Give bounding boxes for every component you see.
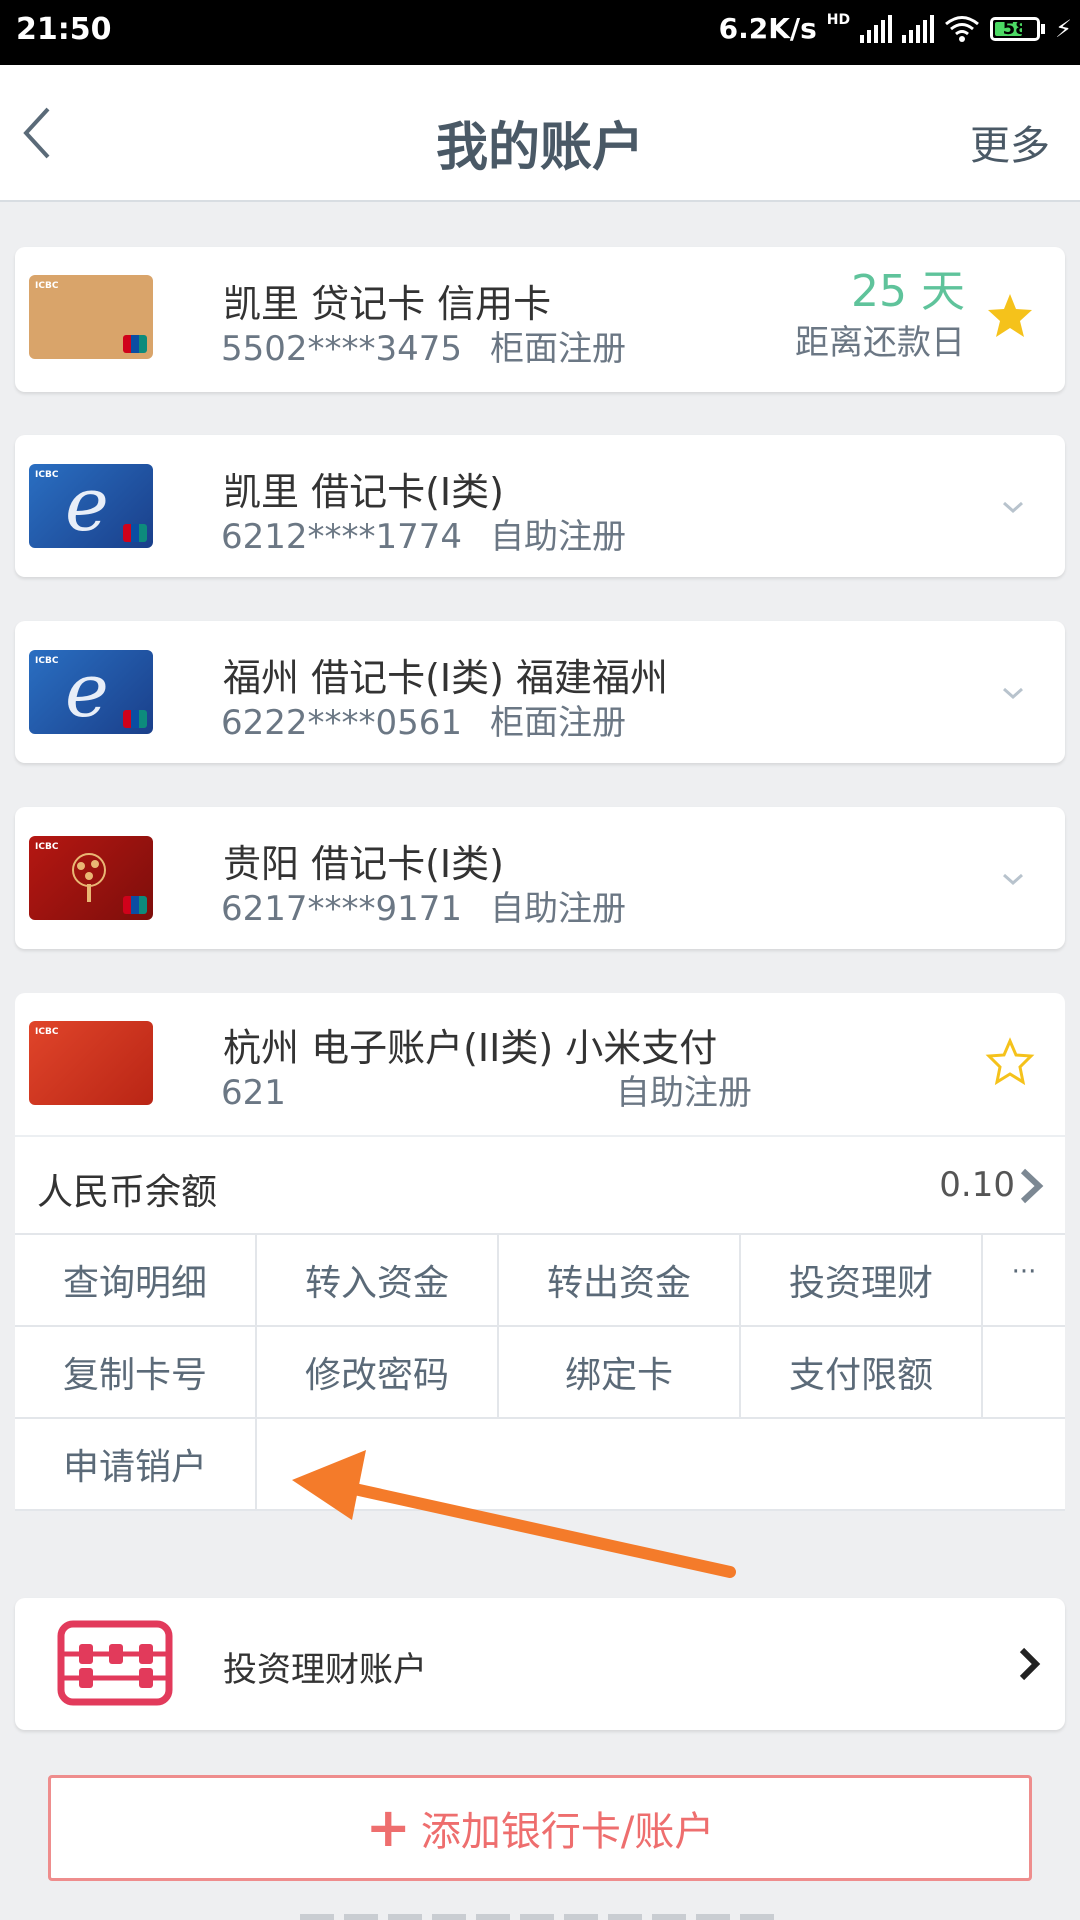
star-filled-icon[interactable]	[985, 291, 1035, 341]
signal-icon	[860, 14, 893, 43]
action-transfer-in[interactable]: 转入资金	[257, 1235, 499, 1327]
balance-label: 人民币余额	[37, 1172, 218, 1213]
chevron-down-icon[interactable]	[1001, 495, 1025, 519]
action-change-password[interactable]: 修改密码	[257, 1327, 499, 1419]
debit-card-image: ICBC e	[29, 464, 153, 548]
empty-cell	[983, 1327, 1065, 1419]
annotation-arrow-icon	[292, 1450, 736, 1578]
card-title: 杭州 电子账户(II类) 小米支付	[223, 1026, 718, 1070]
registration-type: 自助注册	[490, 517, 627, 557]
chevron-right-icon	[1019, 1647, 1041, 1681]
registration-type: 自助注册	[615, 1073, 752, 1113]
more-actions-icon[interactable]: ···	[983, 1235, 1065, 1327]
registration-type: 柜面注册	[490, 703, 627, 743]
card-number: 6222****0561	[221, 703, 463, 743]
status-bar: 21:50 6.2K/s HD 58 ⚡	[0, 0, 1080, 65]
repayment-countdown: 25 天 距离还款日	[795, 266, 965, 364]
wifi-icon	[945, 15, 980, 42]
star-outline-icon[interactable]	[985, 1037, 1035, 1087]
credit-card-image: ICBC	[29, 275, 153, 359]
card-number-line: 6222****0561 柜面注册	[221, 695, 626, 744]
action-transfer-out[interactable]: 转出资金	[499, 1235, 741, 1327]
days-value: 25 天	[851, 266, 965, 317]
hd-label: HD	[826, 12, 851, 28]
card-number-line: 5502****3475 柜面注册	[221, 321, 626, 370]
battery-icon: 58	[990, 16, 1046, 41]
days-label: 距离还款日	[795, 323, 965, 364]
chevron-down-icon[interactable]	[1001, 867, 1025, 891]
more-button[interactable]: 更多	[970, 113, 1050, 171]
balance-value: 0.10	[939, 1165, 1015, 1205]
network-speed: 6.2K/s	[718, 12, 817, 45]
chevron-down-icon[interactable]	[1001, 681, 1025, 705]
investment-account-label: 投资理财账户	[223, 1650, 427, 1690]
action-invest[interactable]: 投资理财	[741, 1235, 983, 1327]
nav-bar: 我的账户 更多	[0, 65, 1080, 202]
chevron-right-icon	[1020, 1168, 1044, 1204]
balance-row[interactable]: 人民币余额 0.10	[15, 1135, 1065, 1235]
charging-icon: ⚡	[1055, 14, 1072, 43]
registration-type: 柜面注册	[490, 329, 627, 369]
action-copy-card-number[interactable]: 复制卡号	[15, 1327, 257, 1419]
account-card-debit-fuzhou[interactable]: ICBC e 福州 借记卡(I类) 福建福州 6222****0561 柜面注册	[15, 621, 1065, 763]
card-number: 6212****1774	[221, 517, 463, 557]
plus-icon: +	[365, 1796, 411, 1859]
card-number-line: 6217****9171 自助注册	[221, 881, 626, 930]
add-bank-card-button[interactable]: + 添加银行卡/账户	[48, 1775, 1032, 1881]
signal-icon-2	[902, 14, 935, 43]
account-card-debit-kaili[interactable]: ICBC e 凯里 借记卡(I类) 6212****1774 自助注册	[15, 435, 1065, 577]
action-query-details[interactable]: 查询明细	[15, 1235, 257, 1327]
card-title: 凯里 贷记卡 信用卡	[223, 282, 552, 326]
card-number: 621	[221, 1073, 286, 1113]
footer-hint-cutoff	[300, 1905, 780, 1920]
card-number-line: 621 自助注册	[221, 1065, 752, 1114]
card-title: 凯里 借记卡(I类)	[223, 470, 504, 514]
action-payment-limit[interactable]: 支付限额	[741, 1327, 983, 1419]
card-number: 6217****9171	[221, 889, 463, 929]
investment-account-row[interactable]: 投资理财账户	[15, 1598, 1065, 1730]
battery-level: 58	[1002, 17, 1028, 39]
debit-card-image: ICBC	[29, 836, 153, 920]
card-title: 福州 借记卡(I类) 福建福州	[223, 656, 669, 700]
account-card-e-account-hangzhou[interactable]: ICBC 杭州 电子账户(II类) 小米支付 621 自助注册	[15, 993, 1065, 1135]
debit-card-image: ICBC e	[29, 650, 153, 734]
card-number: 5502****3475	[221, 329, 463, 369]
add-bank-card-label: 添加银行卡/账户	[420, 1809, 715, 1855]
action-bind-card[interactable]: 绑定卡	[499, 1327, 741, 1419]
status-indicators: 6.2K/s HD 58 ⚡	[719, 12, 1072, 45]
action-close-account[interactable]: 申请销户	[15, 1419, 257, 1511]
e-account-card-image: ICBC	[29, 1021, 153, 1105]
page-title: 我的账户	[435, 118, 644, 178]
card-number-line: 6212****1774 自助注册	[221, 509, 626, 558]
account-card-credit[interactable]: ICBC 凯里 贷记卡 信用卡 5502****3475 柜面注册 25 天 距离…	[15, 247, 1065, 392]
abacus-icon	[57, 1620, 173, 1706]
status-time: 21:50	[16, 12, 112, 47]
registration-type: 自助注册	[490, 889, 627, 929]
account-card-debit-guiyang[interactable]: ICBC 贵阳 借记卡(I类) 6217****9171 自助注册	[15, 807, 1065, 949]
card-title: 贵阳 借记卡(I类)	[223, 842, 504, 886]
